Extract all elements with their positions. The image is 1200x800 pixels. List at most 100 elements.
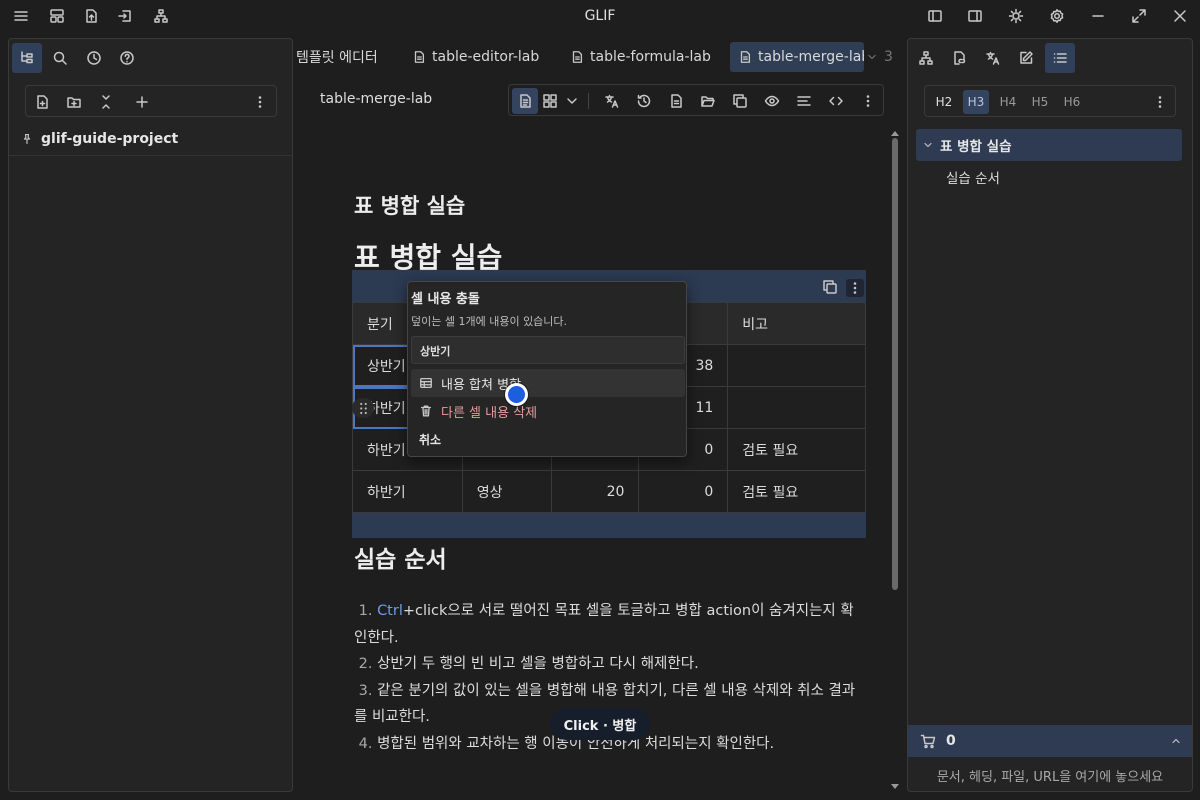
cart-icon [920,733,936,749]
table-cell[interactable]: 검토 필요 [727,428,866,471]
close-icon[interactable] [1170,6,1190,26]
project-root[interactable]: glif-guide-project [21,129,178,149]
table-icon [419,376,433,390]
table-cell[interactable]: 0 [638,470,729,513]
row-drag-handle[interactable] [352,398,374,418]
tab-table-editor-lab[interactable]: table-editor-lab [404,42,547,72]
scroll-up-arrow-icon[interactable] [891,130,899,136]
conflict-content-chip: 상반기 [411,336,685,364]
project-name: glif-guide-project [41,131,179,147]
popup-description: 덮이는 셀 1개에 내용이 있습니다. [411,315,568,328]
chevron-up-icon[interactable] [1170,735,1182,747]
outline-item-heading[interactable]: 표 병합 실습 [916,129,1182,161]
document-icon[interactable] [667,92,685,110]
table-cell[interactable]: 하반기 [352,470,463,513]
tab-template-editor[interactable]: 템플릿 에디터 [288,42,384,72]
toggle-right-panel-icon[interactable] [965,6,985,26]
drag-grip-icon [359,402,367,414]
file-tree-tab[interactable] [12,43,42,73]
cell-conflict-popup: 셀 내용 충돌 덮이는 셀 1개에 내용이 있습니다. 상반기 내용 합쳐 병합… [407,281,687,457]
divider [9,155,292,156]
list-item: 2. 상반기 두 행의 빈 비고 셀을 병합하고 다시 해제한다. [358,656,699,672]
table-cell[interactable]: 20 [550,470,640,513]
translate-icon[interactable] [603,92,621,110]
divider [588,93,589,109]
new-file-icon[interactable] [33,93,51,111]
scroll-down-arrow-icon[interactable] [891,784,899,790]
basket-count: 0 [946,733,956,749]
table-cell[interactable] [727,344,866,387]
help-icon[interactable] [112,43,142,73]
collapse-all-icon[interactable] [97,93,115,111]
outline-item-subheading[interactable]: 실습 순서 [946,167,1000,187]
eye-icon[interactable] [763,92,781,110]
table-cell[interactable]: 검토 필요 [727,470,866,513]
search-icon[interactable] [45,43,75,73]
more-options-icon[interactable] [859,92,877,110]
minimize-icon[interactable] [1088,6,1108,26]
new-folder-icon[interactable] [65,93,83,111]
copy-icon[interactable] [731,92,749,110]
copy-table-icon[interactable] [822,279,840,297]
add-icon[interactable] [133,93,151,111]
toggle-left-panel-icon[interactable] [925,6,945,26]
basket-bar[interactable]: 0 [908,725,1192,757]
tab-table-merge-lab[interactable]: table-merge-lab [730,42,864,72]
document-title: table-merge-lab [320,91,433,107]
heading-level-bar: H2 H3 H4 H5 H6 [924,85,1176,117]
list-item: 1. Ctrl+click으로 서로 떨어진 목표 셀을 토글하고 병합 act… [354,603,854,646]
more-options-icon[interactable] [251,93,269,111]
align-icon[interactable] [795,92,813,110]
document-toolbar [508,84,884,116]
cancel-button[interactable]: 취소 [411,425,685,453]
tab-overflow[interactable]: 3 [864,42,895,72]
table-cell[interactable]: 영상 [461,470,552,513]
heading-small: 표 병합 실습 [354,194,466,218]
history-icon[interactable] [635,92,653,110]
heading-h6-button[interactable]: H6 [1059,90,1085,114]
left-sidebar: glif-guide-project [8,38,293,792]
file-link-icon[interactable] [944,43,974,73]
history-clock-icon[interactable] [79,43,109,73]
table-row: 하반기 영상 20 0 검토 필요 [352,470,866,513]
more-options-icon[interactable] [1147,90,1173,114]
maximize-icon[interactable] [1129,6,1149,26]
edit-icon[interactable] [1011,43,1041,73]
action-tooltip: Click · 병합 [550,708,650,740]
editor-scrollbar[interactable] [892,138,898,590]
table-header-cell[interactable]: 비고 [727,302,866,345]
file-icon [412,50,426,64]
document-tab-bar: 템플릿 에디터 table-editor-lab table-formula-l… [296,40,904,76]
settings-gear-icon[interactable] [1047,6,1067,26]
table-cell[interactable] [727,386,866,429]
grid-view-icon[interactable] [541,92,559,110]
pointer-cursor [505,383,528,406]
document-view-icon[interactable] [512,88,538,114]
code-icon[interactable] [827,92,845,110]
file-icon [570,50,584,64]
chevron-down-icon [922,139,934,151]
chevron-down-icon [866,51,878,63]
theme-sun-icon[interactable] [1006,6,1026,26]
merge-content-button[interactable]: 내용 합쳐 병합 [411,369,685,397]
file-toolbar [25,85,277,117]
title-bar: GLIF [0,0,1200,32]
heading-h3-button[interactable]: H3 [963,90,989,114]
graph-icon[interactable] [911,43,941,73]
table-more-icon[interactable] [846,279,864,297]
heading-h4-button[interactable]: H4 [995,90,1021,114]
pin-icon [21,133,33,145]
folder-open-icon[interactable] [699,92,717,110]
translate-icon[interactable] [978,43,1008,73]
popup-title: 셀 내용 충돌 [411,292,480,307]
chevron-down-icon[interactable] [563,92,581,110]
file-icon [738,50,752,64]
outline-list-icon[interactable] [1045,43,1075,73]
section-heading: 실습 순서 [354,547,447,573]
delete-other-content-button[interactable]: 다른 셀 내용 삭제 [411,397,685,425]
heading-h2-button[interactable]: H2 [931,90,957,114]
right-sidebar: H2 H3 H4 H5 H6 표 병합 실습 실습 순서 0 문서, 헤딩, 파… [907,38,1193,792]
heading-h5-button[interactable]: H5 [1027,90,1053,114]
tab-table-formula-lab[interactable]: table-formula-lab [562,42,719,72]
drop-zone[interactable]: 문서, 헤딩, 파일, URL을 여기에 놓으세요 [908,758,1192,792]
